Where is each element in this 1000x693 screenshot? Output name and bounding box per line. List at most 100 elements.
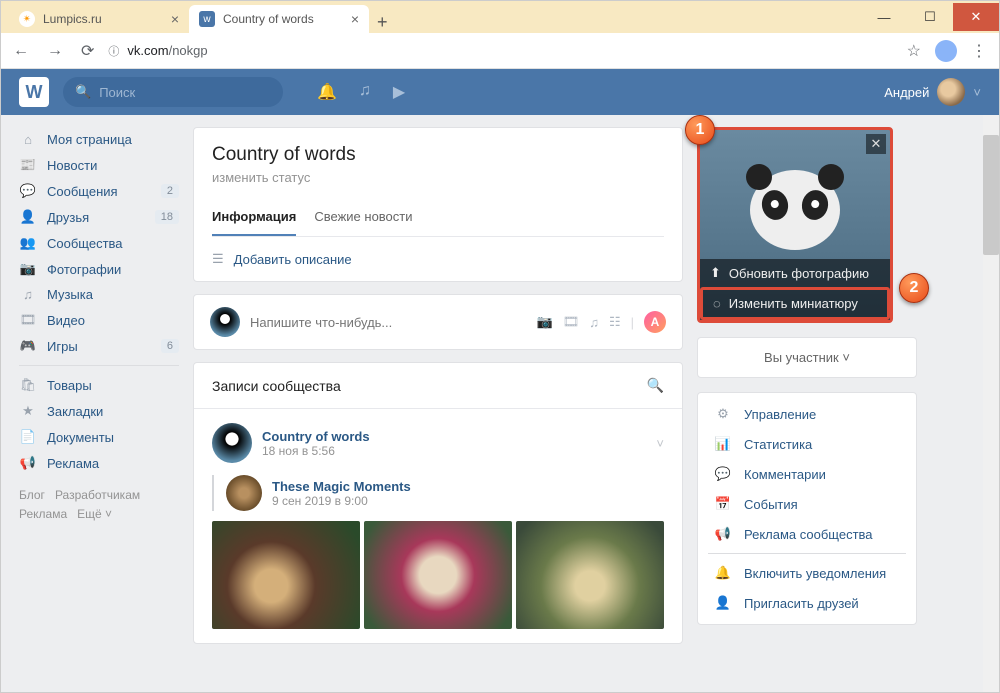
scrollbar-thumb[interactable] [983, 135, 999, 255]
mgmt-invite[interactable]: 👤Пригласить друзей [698, 588, 916, 618]
music-icon[interactable]: ♫ [359, 82, 371, 102]
footer-link-devs[interactable]: Разработчикам [55, 488, 140, 502]
search-input[interactable]: 🔍 Поиск [63, 77, 283, 107]
user-menu[interactable]: Андрей ˅ [884, 78, 981, 106]
username: Андрей [884, 85, 929, 100]
star-icon: ★ [19, 403, 37, 419]
upload-icon: ⬆ [710, 265, 721, 281]
video-icon[interactable]: 🎞 [563, 314, 580, 330]
sidebar-item-messages[interactable]: 💬Сообщения2 [19, 178, 179, 204]
badge: 6 [161, 339, 179, 353]
thumbnail[interactable] [212, 521, 360, 629]
footer-link-ads[interactable]: Реклама [19, 507, 67, 521]
sidebar-item-news[interactable]: 📰Новости [19, 152, 179, 178]
add-description[interactable]: ☰ Добавить описание [194, 237, 682, 281]
sidebar-item-video[interactable]: 🎞Видео [19, 307, 179, 333]
address-bar[interactable]: ⓘ vk.com/nokgp [108, 43, 892, 59]
group-tabs: Информация Свежие новости [212, 199, 664, 237]
header-icons: 🔔 ♫ ▶ [317, 82, 405, 102]
mgmt-comments[interactable]: 💬Комментарии [698, 459, 916, 489]
chevron-down-icon[interactable]: ˅ [656, 436, 664, 451]
repost-author[interactable]: These Magic Moments [272, 479, 411, 494]
mgmt-stats[interactable]: 📊Статистика [698, 429, 916, 459]
mgmt-notifications[interactable]: 🔔Включить уведомления [698, 558, 916, 588]
thumbnail[interactable] [364, 521, 512, 629]
browser-toolbar: ← → ⟳ ⓘ vk.com/nokgp ☆ ⋮ [1, 33, 999, 69]
sidebar-item-bookmarks[interactable]: ★Закладки [19, 398, 179, 424]
search-placeholder: Поиск [99, 85, 135, 100]
wall: Записи сообщества 🔍 Country of words 18 … [193, 362, 683, 644]
forward-button[interactable]: → [43, 38, 67, 64]
composer-input[interactable] [250, 315, 527, 330]
sidebar-item-friends[interactable]: 👤Друзья18 [19, 204, 179, 230]
change-thumbnail-button[interactable]: ◌ Изменить миниатюру [700, 287, 890, 320]
sidebar-item-market[interactable]: 🛍Товары [19, 372, 179, 398]
composer[interactable]: 📷 🎞 ♫ ☷ | A [193, 294, 683, 350]
back-button[interactable]: ← [9, 38, 33, 64]
callout-1: 1 [685, 115, 715, 145]
vk-logo[interactable]: W [19, 77, 49, 107]
minimize-button[interactable]: — [861, 3, 907, 31]
tab-vk[interactable]: w Country of words × [189, 5, 369, 33]
music-icon[interactable]: ♫ [589, 315, 599, 330]
sidebar-item-music[interactable]: ♫Музыка [19, 282, 179, 307]
repost-avatar[interactable] [226, 475, 262, 511]
close-icon[interactable]: ✕ [866, 134, 886, 154]
bookmark-icon[interactable]: ☆ [903, 37, 925, 65]
music-icon: ♫ [19, 287, 37, 302]
post-author[interactable]: Country of words [262, 429, 370, 444]
post-avatar[interactable] [212, 423, 252, 463]
mgmt-manage[interactable]: ⚙Управление [698, 399, 916, 429]
scrollbar[interactable] [983, 115, 999, 692]
tab-lumpics[interactable]: ✴ Lumpics.ru × [9, 5, 189, 33]
sidebar-item-ads[interactable]: 📢Реклама [19, 450, 179, 476]
notifications-icon[interactable]: 🔔 [317, 82, 337, 102]
chevron-down-icon: ˅ [973, 85, 981, 100]
close-icon[interactable]: × [351, 11, 359, 27]
doc-icon: 📄 [19, 429, 37, 445]
change-status-link[interactable]: изменить статус [212, 170, 664, 185]
lines-icon: ☰ [212, 251, 224, 267]
tab-news[interactable]: Свежие новости [314, 199, 412, 236]
avatar [937, 78, 965, 106]
right-column: 1 ✕ [697, 127, 917, 692]
url-path: /nokgp [169, 43, 208, 58]
more-icon[interactable]: ☷ [609, 314, 621, 330]
play-icon[interactable]: ▶ [393, 82, 405, 102]
sidebar-item-photos[interactable]: 📷Фотографии [19, 256, 179, 282]
crop-icon: ◌ [713, 296, 721, 311]
close-button[interactable]: ✕ [953, 3, 999, 31]
reload-button[interactable]: ⟳ [77, 37, 98, 65]
sidebar-item-communities[interactable]: 👥Сообщества [19, 230, 179, 256]
panda-image [750, 170, 840, 250]
bell-icon: 🔔 [714, 565, 732, 581]
new-tab-button[interactable]: + [369, 12, 396, 33]
app-icon[interactable]: A [644, 311, 666, 333]
video-icon: 🎞 [19, 312, 37, 328]
mgmt-events[interactable]: 📅События [698, 489, 916, 519]
footer-link-blog[interactable]: Блог [19, 488, 45, 502]
url-host: vk.com [127, 43, 168, 58]
search-icon[interactable]: 🔍 [647, 377, 664, 394]
close-icon[interactable]: × [171, 11, 179, 27]
sidebar-item-my-page[interactable]: ⌂Моя страница [19, 127, 179, 152]
menu-icon[interactable]: ⋮ [967, 37, 991, 65]
thumbnail[interactable] [516, 521, 664, 629]
post-date: 18 ноя в 5:56 [262, 444, 370, 458]
member-status[interactable]: Вы участник ˅ [697, 337, 917, 378]
main: Country of words изменить статус Информа… [193, 127, 965, 692]
update-photo-button[interactable]: ⬆ Обновить фотографию [700, 259, 890, 287]
footer-link-more[interactable]: Ещё ˅ [77, 507, 112, 521]
camera-icon[interactable]: 📷 [537, 314, 553, 330]
group-avatar[interactable]: ✕ ⬆ Обновит [697, 127, 893, 323]
tab-info[interactable]: Информация [212, 199, 296, 236]
megaphone-icon: 📢 [19, 455, 37, 471]
sidebar-item-games[interactable]: 🎮Игры6 [19, 333, 179, 359]
sidebar-item-docs[interactable]: 📄Документы [19, 424, 179, 450]
maximize-button[interactable]: ☐ [907, 3, 953, 31]
tab-title: Country of words [223, 12, 314, 26]
mgmt-ads[interactable]: 📢Реклама сообщества [698, 519, 916, 549]
market-icon: 🛍 [19, 377, 37, 393]
titlebar: ✴ Lumpics.ru × w Country of words × + — … [1, 1, 999, 33]
profile-icon[interactable] [935, 40, 957, 62]
